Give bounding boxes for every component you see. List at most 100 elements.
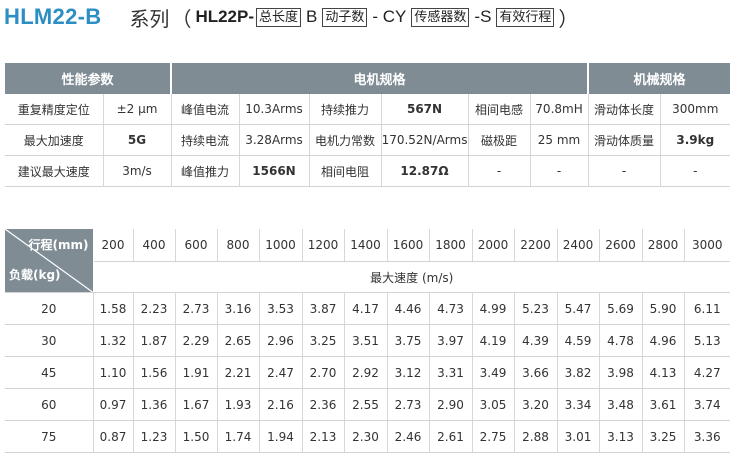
stroke-header: 1800 xyxy=(429,229,473,262)
table-row: 45 1.10 1.56 1.91 2.21 2.47 2.70 2.92 3.12 3.31 3.… xyxy=(5,356,730,389)
table-row: 30 1.32 1.87 2.29 2.65 2.96 3.25 3.51 3.75 3.97 4.… xyxy=(5,324,730,357)
spec-label: 重复精度定位 xyxy=(5,94,104,125)
speed-cell: 3.01 xyxy=(557,420,600,453)
table-row: 20 1.58 2.23 2.73 3.16 3.53 3.87 4.17 4.46 4.73 4.… xyxy=(5,292,730,325)
speed-cell: 2.23 xyxy=(133,292,176,325)
table-row: 75 0.87 1.23 1.50 1.74 1.94 2.13 2.30 2.46 2.61 2.… xyxy=(5,420,730,453)
speed-cell: 3.75 xyxy=(387,324,430,357)
speed-cell: 1.23 xyxy=(133,420,176,453)
speed-cell: 4.96 xyxy=(642,324,685,357)
spec-label: 相间电感 xyxy=(468,94,531,125)
header-motor: 电机规格 xyxy=(171,63,590,94)
unit-row: 最大速度 (m/s) xyxy=(5,261,730,293)
speed-cell: 4.19 xyxy=(472,324,515,357)
speed-cell: 2.16 xyxy=(259,388,303,421)
box-sensor-count: 传感器数 xyxy=(411,7,470,27)
speed-cell: 1.58 xyxy=(93,292,134,325)
spec-value: 567N xyxy=(381,94,469,125)
spec-empty: - xyxy=(530,155,589,187)
speed-cell: 3.13 xyxy=(599,420,643,453)
stroke-header: 600 xyxy=(175,229,218,262)
spec-value: 10.3Arms xyxy=(239,94,310,125)
code-prefix: HL22P- xyxy=(195,7,255,26)
spec-label: 滑动体长度 xyxy=(588,94,661,125)
speed-cell: 3.31 xyxy=(429,356,473,389)
spec-row: 最大加速度 5G 持续电流 3.28Arms 电机力常数 170.52N/Arm… xyxy=(5,124,731,156)
stroke-header: 2600 xyxy=(599,229,643,262)
spec-label: 建议最大速度 xyxy=(5,155,104,187)
spec-label: 滑动体质量 xyxy=(588,124,661,156)
speed-cell: 2.88 xyxy=(514,420,558,453)
speed-cell: 3.66 xyxy=(514,356,558,389)
speed-cell: 3.87 xyxy=(302,292,345,325)
spec-value: 25 mm xyxy=(530,124,589,156)
speed-cell: 2.47 xyxy=(259,356,303,389)
box-mover-count: 动子数 xyxy=(322,7,368,27)
speed-cell: 2.92 xyxy=(344,356,388,389)
paren-open: （ xyxy=(171,6,192,31)
speed-cell: 1.91 xyxy=(175,356,218,389)
speed-table: 行程(mm) 负载(kg) 200 400 600 800 1000 1200 1400 16… xyxy=(5,229,730,453)
speed-cell: 2.55 xyxy=(344,388,388,421)
stroke-header-row: 行程(mm) 负载(kg) 200 400 600 800 1000 1200 1400 16… xyxy=(5,229,730,293)
header-mechanical: 机械规格 xyxy=(588,63,731,94)
speed-cell: 1.56 xyxy=(133,356,176,389)
spec-value: 3.9kg xyxy=(660,124,731,156)
speed-cell: 2.75 xyxy=(472,420,515,453)
speed-cell: 4.27 xyxy=(684,356,730,389)
code-s: -S xyxy=(474,7,492,26)
stroke-header: 200 xyxy=(93,229,134,262)
speed-cell: 4.78 xyxy=(599,324,643,357)
load-cell: 30 xyxy=(5,324,94,357)
spec-value: 70.8mH xyxy=(530,94,589,125)
box-total-length: 总长度 xyxy=(256,7,302,27)
load-cell: 60 xyxy=(5,388,94,421)
spec-empty: - xyxy=(468,155,531,187)
speed-cell: 3.05 xyxy=(472,388,515,421)
speed-cell: 3.20 xyxy=(514,388,558,421)
speed-cell: 3.48 xyxy=(599,388,643,421)
spec-label: 相间电阻 xyxy=(309,155,382,187)
spec-value: 1566N xyxy=(239,155,310,187)
stroke-header: 1600 xyxy=(387,229,430,262)
load-cell: 20 xyxy=(5,292,94,325)
speed-cell: 2.13 xyxy=(302,420,345,453)
speed-cell: 2.30 xyxy=(344,420,388,453)
header-performance: 性能参数 xyxy=(5,63,173,94)
speed-cell: 3.51 xyxy=(344,324,388,357)
code-b: B xyxy=(306,7,318,26)
stroke-header: 2800 xyxy=(642,229,685,262)
spec-value: 3m/s xyxy=(103,155,172,187)
spec-label: 最大加速度 xyxy=(5,124,104,156)
speed-cell: 2.29 xyxy=(175,324,218,357)
spec-value: ±2 μm xyxy=(103,94,172,125)
spec-value: 170.52N/Arms xyxy=(381,124,469,156)
speed-cell: 2.21 xyxy=(217,356,260,389)
speed-cell: 5.23 xyxy=(514,292,558,325)
speed-cell: 2.73 xyxy=(175,292,218,325)
stroke-header: 1200 xyxy=(302,229,345,262)
speed-cell: 3.12 xyxy=(387,356,430,389)
speed-cell: 1.87 xyxy=(133,324,176,357)
spec-table: 性能参数 电机规格 机械规格 重复精度定位 ±2 μm 峰值电流 10.3Arm… xyxy=(5,63,731,187)
speed-cell: 5.90 xyxy=(642,292,685,325)
stroke-header: 1000 xyxy=(259,229,303,262)
spec-label: 持续电流 xyxy=(171,124,240,156)
spec-empty: - xyxy=(588,155,661,187)
spec-empty: - xyxy=(660,155,731,187)
speed-cell: 3.97 xyxy=(429,324,473,357)
speed-cell: 0.87 xyxy=(93,420,134,453)
speed-cell: 3.53 xyxy=(259,292,303,325)
corner-stroke-label: 行程(mm) xyxy=(28,238,89,252)
speed-cell: 3.25 xyxy=(302,324,345,357)
speed-cell: 2.46 xyxy=(387,420,430,453)
speed-cell: 2.36 xyxy=(302,388,345,421)
speed-cell: 3.36 xyxy=(684,420,730,453)
speed-cell: 2.96 xyxy=(259,324,303,357)
spec-row: 建议最大速度 3m/s 峰值推力 1566N 相间电阻 12.87Ω - - -… xyxy=(5,155,731,187)
stroke-header: 2400 xyxy=(557,229,600,262)
stroke-header: 3000 xyxy=(684,229,730,262)
spec-label: 峰值推力 xyxy=(171,155,240,187)
speed-cell: 3.82 xyxy=(557,356,600,389)
document-title: HLM22-B 系列 （ HL22P- 总长度 B 动子数 - CY 传感器数 … xyxy=(4,2,578,32)
